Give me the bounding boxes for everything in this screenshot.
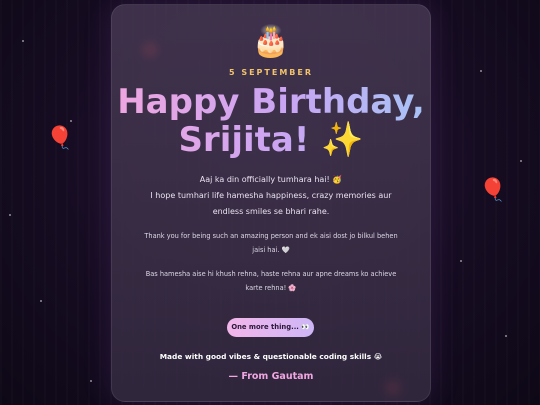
message-line: Thank you for being such an amazing pers… bbox=[144, 232, 398, 240]
title-line-1: Happy Birthday, bbox=[117, 82, 425, 122]
star bbox=[70, 120, 72, 122]
thanks-message: Thank you for being such an amazing pers… bbox=[134, 229, 408, 257]
page-title: Happy Birthday, Srijita! ✨ bbox=[112, 83, 430, 159]
cake-icon: 🎂 bbox=[252, 24, 290, 59]
date-label: 5 SEPTEMBER bbox=[228, 68, 314, 77]
message-line: endless smiles se bhari rahe. bbox=[212, 207, 330, 216]
star bbox=[505, 335, 507, 337]
star bbox=[520, 160, 522, 162]
star bbox=[480, 70, 482, 72]
title-line-2: Srijita! ✨ bbox=[112, 121, 430, 159]
one-more-thing-button[interactable]: One more thing... 👀 bbox=[227, 318, 314, 337]
star bbox=[22, 40, 24, 42]
message-line: karte rehna! 🌸 bbox=[245, 284, 297, 292]
message-line: Aaj ka din officially tumhara hai! 🥳 bbox=[199, 175, 343, 184]
birthday-card: 🎂 5 SEPTEMBER Happy Birthday, Srijita! ✨… bbox=[111, 4, 431, 402]
message-line: I hope tumhari life hamesha happiness, c… bbox=[150, 191, 392, 200]
message-line: Bas hamesha aise hi khush rehna, haste r… bbox=[145, 270, 397, 278]
title-name: Srijita! bbox=[178, 120, 310, 160]
made-with-note: Made with good vibes & questionable codi… bbox=[159, 352, 383, 361]
star bbox=[9, 214, 11, 216]
message-line: jaisi hai. 🤍 bbox=[252, 246, 290, 254]
star bbox=[40, 300, 42, 302]
star bbox=[90, 380, 92, 382]
balloon-icon: 🎈 bbox=[479, 178, 507, 203]
wish-message: Bas hamesha aise hi khush rehna, haste r… bbox=[134, 267, 408, 295]
balloon-icon: 🎈 bbox=[46, 126, 74, 151]
star bbox=[460, 260, 462, 262]
signature: — From Gautam bbox=[228, 371, 314, 382]
sparkle-icon: ✨ bbox=[321, 120, 364, 160]
birthday-message: Aaj ka din officially tumhara hai! 🥳 I h… bbox=[134, 172, 408, 220]
